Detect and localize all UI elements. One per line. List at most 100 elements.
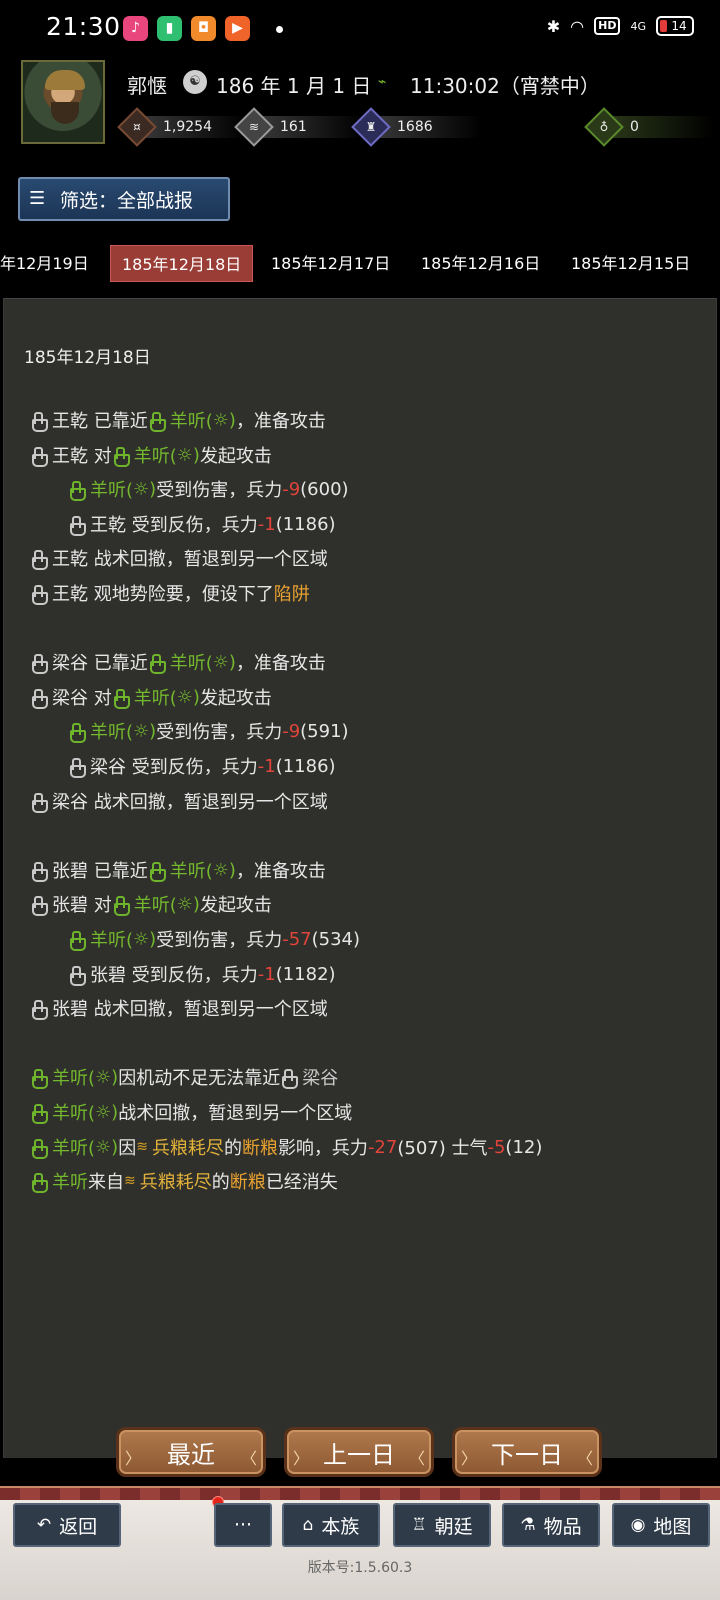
prev-day-button[interactable]: 〉 上一日 〈: [284, 1427, 434, 1477]
log-line: 羊听(☼) 受到伤害，兵力 -9 (591): [68, 718, 349, 744]
log-text: ☼: [95, 1101, 112, 1123]
log-text: ☼: [212, 409, 229, 431]
log-line: 张碧 对 羊听(☼) 发起攻击: [30, 891, 272, 917]
recent-label: 最近: [167, 1440, 215, 1469]
log-text: 断粮: [241, 1138, 278, 1159]
log-text: 羊听: [52, 1172, 88, 1193]
log-text: ☼: [176, 686, 193, 708]
enemy-unit-icon: [112, 688, 130, 709]
log-text: ): [111, 1066, 119, 1088]
ally-unit-icon: [30, 895, 48, 916]
hero-name: 郭惬: [127, 74, 167, 98]
soldier-resource[interactable]: ♜ 1686: [351, 107, 481, 147]
log-text: -1: [257, 513, 276, 535]
log-text: ☼: [212, 859, 229, 881]
log-text: 羊听(: [133, 688, 177, 709]
report-date: 185年12月18日: [24, 348, 151, 368]
log-text: (534): [311, 928, 361, 950]
ally-unit-icon: [30, 411, 48, 432]
next-day-label: 下一日: [491, 1440, 563, 1469]
clan-button[interactable]: ⌂ 本族: [282, 1503, 380, 1547]
log-text: 羊听(: [90, 722, 134, 743]
game-app-icon: ◘: [191, 16, 216, 41]
enemy-unit-icon: [30, 1068, 48, 1089]
log-text: 的: [211, 1172, 230, 1193]
coin-resource[interactable]: ¤ 1,9254: [117, 107, 247, 147]
log-text: ): [228, 409, 236, 431]
log-line: 羊听(☼) 受到伤害，兵力 -57 (534): [68, 926, 360, 952]
log-line: 张碧 已靠近 羊听(☼) ，准备攻击: [30, 857, 326, 883]
back-label: 返回: [59, 1515, 98, 1538]
log-text: 羊听(: [169, 411, 213, 432]
enemy-unit-icon: [30, 1138, 48, 1159]
ally-unit-icon: [30, 653, 48, 674]
log-line: 王乾 受到反伤，兵力 -1 (1186): [68, 511, 336, 537]
ally-unit-icon: [68, 757, 86, 778]
clan-icon: ⌂: [302, 1515, 314, 1535]
enemy-unit-icon: [112, 895, 130, 916]
log-line: 羊听(☼) 战术回撤，暂退到另一个区域: [30, 1099, 352, 1125]
items-button[interactable]: ⚗ 物品: [502, 1503, 600, 1547]
back-icon: ↶: [36, 1515, 52, 1535]
back-button[interactable]: ↶ 返回: [13, 1503, 121, 1547]
log-line: 梁谷 对 羊听(☼) 发起攻击: [30, 684, 272, 710]
log-text: (1186): [275, 755, 336, 777]
grain-resource[interactable]: ≋ 161: [234, 107, 364, 147]
log-text: 受到伤害，兵力: [156, 722, 283, 743]
log-text: 受到伤害，兵力: [156, 930, 283, 951]
next-day-button[interactable]: 〉 下一日 〈: [452, 1427, 602, 1477]
map-button[interactable]: ◉ 地图: [612, 1503, 710, 1547]
date-tab-selected[interactable]: 185年12月18日: [110, 245, 254, 282]
date-tab[interactable]: 185年12月16日: [421, 245, 540, 282]
log-line: 梁谷 受到反伤，兵力 -1 (1186): [68, 753, 336, 779]
log-text: 羊听(: [52, 1068, 96, 1089]
log-line: 王乾 已靠近 羊听(☼) ，准备攻击: [30, 407, 326, 433]
log-text: -9: [282, 478, 301, 500]
court-button[interactable]: ♖ 朝廷: [393, 1503, 491, 1547]
more-label: ···: [233, 1514, 253, 1536]
log-text: 梁谷 已靠近: [52, 653, 148, 674]
log-text: 梁谷 对: [52, 688, 112, 709]
log-text: 羊听(: [52, 1138, 96, 1159]
recent-button[interactable]: 〉 最近 〈: [116, 1427, 266, 1477]
log-text: ): [228, 859, 236, 881]
wifi-icon: ◠: [570, 16, 585, 36]
log-text: ，准备攻击: [235, 411, 326, 432]
log-text: 羊听(: [133, 446, 177, 467]
log-text: 羊听(: [133, 895, 177, 916]
date-tab[interactable]: 185年12月15日: [571, 245, 690, 282]
money-bag-icon: ♁: [584, 107, 624, 147]
log-text: 梁谷 受到反伤，兵力: [90, 757, 258, 778]
log-line: 梁谷 已靠近 羊听(☼) ，准备攻击: [30, 649, 326, 675]
version-label: 版本号:1.5.60.3: [307, 1560, 413, 1576]
hero-avatar[interactable]: [21, 60, 105, 144]
soldier-value: 1686: [397, 119, 433, 135]
ally-unit-icon: [30, 688, 48, 709]
log-text: 梁谷: [302, 1068, 339, 1089]
log-text: ，准备攻击: [235, 653, 326, 674]
date-tab[interactable]: 185年12月17日: [271, 245, 390, 282]
log-text: -1: [257, 755, 276, 777]
enemy-unit-icon: [112, 446, 130, 467]
log-text: 发起攻击: [199, 895, 272, 916]
log-text: (507) 士气: [397, 1138, 488, 1159]
log-text: ☼: [133, 478, 150, 500]
log-text: -57: [282, 928, 312, 950]
status-icons: ✱ ◠ HD 4G 14: [547, 16, 694, 36]
log-text: 兵粮耗尽: [139, 1172, 212, 1193]
log-line: 羊听(☼) 受到伤害，兵力 -9 (600): [68, 476, 349, 502]
money-bag-resource[interactable]: ♁ 0: [584, 107, 714, 147]
log-text: 断粮: [229, 1172, 266, 1193]
log-text: 王乾 观地势险要，便设下了: [52, 584, 274, 605]
log-text: 张碧 战术回撤，暂退到另一个区域: [52, 999, 328, 1020]
more-button[interactable]: ···: [214, 1503, 272, 1547]
enemy-unit-icon: [148, 653, 166, 674]
filter-button[interactable]: ☰ 筛选：全部战报: [18, 177, 230, 221]
enemy-unit-icon: [68, 722, 86, 743]
ally-unit-icon: [30, 549, 48, 570]
ally-unit-icon: [68, 515, 86, 536]
log-text: ): [192, 444, 200, 466]
video-app-icon: ▶: [225, 16, 250, 41]
clipboard-app-icon: ▮: [157, 16, 182, 41]
date-tab[interactable]: 年12月19日: [0, 245, 89, 282]
